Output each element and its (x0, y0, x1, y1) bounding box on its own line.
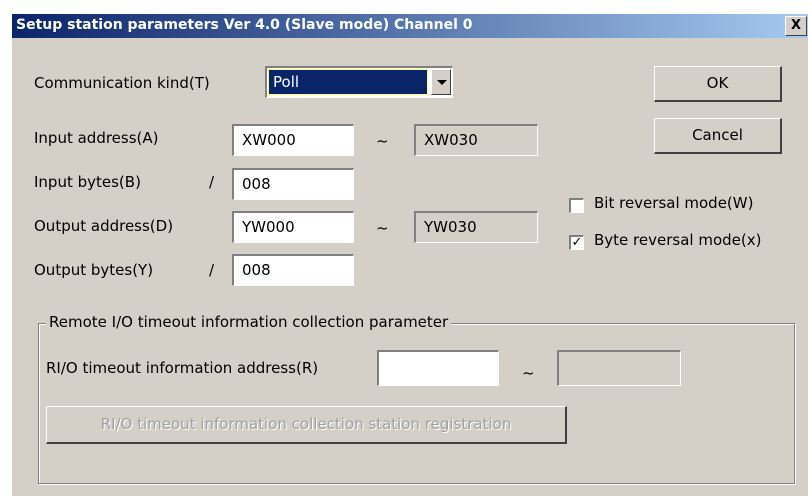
rio-timeout-address-end-field (557, 350, 681, 386)
bit-reversal-checkbox[interactable] (569, 198, 584, 213)
rio-station-registration-button[interactable]: RI/O timeout information collection stat… (46, 406, 567, 444)
ok-button[interactable]: OK (654, 66, 782, 102)
output-bytes-field[interactable]: 008 (232, 254, 354, 286)
rio-timeout-address-separator: ~ (522, 364, 535, 382)
output-bytes-label: Output bytes(Y) (34, 261, 154, 279)
output-address-end-field: YW030 (414, 211, 538, 243)
output-address-label: Output address(D) (34, 217, 174, 235)
input-address-separator: ~ (376, 132, 389, 150)
communication-kind-value: Poll (268, 69, 428, 95)
byte-reversal-label[interactable]: Byte reversal mode(x) (594, 231, 761, 249)
input-bytes-field[interactable]: 008 (232, 168, 354, 200)
input-address-end-field: XW030 (414, 124, 538, 156)
rio-timeout-address-label: RI/O timeout information address(R) (46, 359, 319, 377)
rio-timeout-address-start-field[interactable] (377, 350, 499, 386)
communication-kind-label: Communication kind(T) (34, 74, 210, 92)
remote-io-group-title: Remote I/O timeout information collectio… (46, 313, 452, 331)
output-address-start-field[interactable]: YW000 (232, 211, 354, 243)
bit-reversal-label[interactable]: Bit reversal mode(W) (594, 194, 753, 212)
close-button[interactable]: X (785, 16, 807, 36)
window-title: Setup station parameters Ver 4.0 (Slave … (16, 17, 473, 33)
input-bytes-label: Input bytes(B) (34, 173, 141, 191)
communication-kind-select[interactable]: Poll (265, 66, 453, 98)
input-address-start-field[interactable]: XW000 (232, 124, 354, 156)
chevron-down-icon[interactable] (431, 69, 451, 95)
input-address-label: Input address(A) (34, 129, 159, 147)
input-bytes-slash: / (209, 173, 215, 191)
byte-reversal-checkbox[interactable]: ✓ (569, 235, 584, 250)
dialog-window: Setup station parameters Ver 4.0 (Slave … (11, 14, 808, 496)
remote-io-group (38, 323, 795, 484)
output-address-separator: ~ (376, 219, 389, 237)
cancel-button[interactable]: Cancel (654, 118, 782, 154)
title-bar[interactable]: Setup station parameters Ver 4.0 (Slave … (12, 14, 808, 38)
output-bytes-slash: / (209, 261, 215, 279)
